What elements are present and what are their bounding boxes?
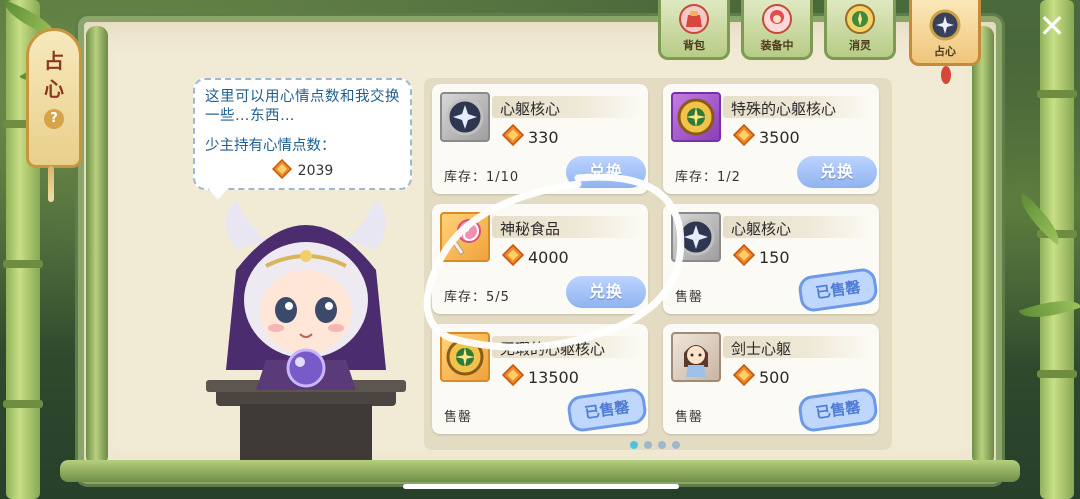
heart-core-icon bbox=[440, 92, 490, 142]
talisman-tassel bbox=[48, 166, 54, 202]
tab-equipped[interactable]: 装备中 bbox=[741, 0, 813, 60]
bamboo-stalk-right bbox=[1037, 0, 1077, 499]
page-dot[interactable] bbox=[644, 441, 652, 449]
item-price-value: 13500 bbox=[528, 367, 579, 387]
item-price-value: 500 bbox=[759, 367, 790, 387]
tab-label: 占心 bbox=[934, 45, 956, 58]
points-value: 2039 bbox=[297, 163, 334, 179]
page-indicator[interactable] bbox=[630, 441, 680, 449]
tab-label: 背包 bbox=[683, 39, 705, 52]
npc-witch-character bbox=[206, 200, 406, 460]
sold-out-stamp: 已售罄 bbox=[796, 266, 880, 314]
item-price-value: 3500 bbox=[759, 127, 800, 147]
talisman-char-1: 占 bbox=[44, 49, 64, 73]
divination-talisman[interactable]: 占 心 ? bbox=[26, 28, 82, 168]
exchange-button[interactable]: 兑换 bbox=[797, 156, 877, 188]
hand-drawn-circle-annotation bbox=[423, 173, 685, 351]
item-name: 心躯核心 bbox=[731, 220, 792, 238]
dispel-spirit-icon bbox=[844, 3, 876, 35]
item-stock: 售罄 bbox=[675, 410, 704, 425]
mood-point-gem-icon bbox=[732, 123, 756, 150]
divination-icon bbox=[929, 9, 961, 41]
item-name: 心躯核心 bbox=[500, 100, 561, 118]
item-price: 500 bbox=[732, 363, 790, 390]
mood-point-gem-icon bbox=[732, 363, 756, 390]
item-price: 150 bbox=[732, 243, 790, 270]
tab-divination[interactable]: 占心 bbox=[909, 0, 981, 66]
tab-pendant-ornament bbox=[941, 66, 951, 84]
mood-point-gem-icon bbox=[501, 123, 525, 150]
home-indicator-bar[interactable] bbox=[403, 484, 679, 489]
equipped-character-icon bbox=[761, 3, 793, 35]
sold-out-stamp: 已售罄 bbox=[565, 386, 649, 434]
page-dot[interactable] bbox=[672, 441, 680, 449]
scroll-rod-right bbox=[972, 26, 994, 466]
item-stock: 售罄 bbox=[444, 410, 473, 425]
page-dot[interactable] bbox=[658, 441, 666, 449]
scroll-rod-left bbox=[86, 26, 108, 466]
points-balance: 2039 bbox=[205, 158, 400, 183]
item-price: 330 bbox=[501, 123, 559, 150]
talisman-char-2: 心 bbox=[44, 77, 64, 101]
page-dot[interactable] bbox=[630, 441, 638, 449]
tab-label: 消灵 bbox=[849, 39, 871, 52]
tab-backpack[interactable]: 背包 bbox=[658, 0, 730, 60]
sold-out-stamp: 已售罄 bbox=[796, 386, 880, 434]
special-heart-core-icon bbox=[671, 92, 721, 142]
item-name: 特殊的心躯核心 bbox=[731, 100, 837, 118]
close-button[interactable]: ✕ bbox=[1034, 8, 1070, 44]
mood-point-gem-icon bbox=[271, 158, 292, 183]
tab-dispel[interactable]: 消灵 bbox=[824, 0, 896, 60]
item-price-value: 150 bbox=[759, 247, 790, 267]
item-name: 剑士心躯 bbox=[731, 340, 792, 358]
help-icon[interactable]: ? bbox=[44, 109, 64, 129]
item-price: 3500 bbox=[732, 123, 800, 150]
dialog-intro-text: 这里可以用心情点数和我交换一些…东西… bbox=[205, 89, 400, 124]
tab-label: 装备中 bbox=[760, 39, 794, 52]
npc-speech-bubble: 这里可以用心情点数和我交换一些…东西… 少主持有心情点数： 2039 bbox=[193, 78, 412, 190]
points-label: 少主持有心情点数： bbox=[205, 138, 336, 154]
item-price-value: 330 bbox=[528, 127, 559, 147]
mood-point-gem-icon bbox=[732, 243, 756, 270]
backpack-icon bbox=[678, 3, 710, 35]
scroll-bottom-rod bbox=[60, 460, 1020, 482]
